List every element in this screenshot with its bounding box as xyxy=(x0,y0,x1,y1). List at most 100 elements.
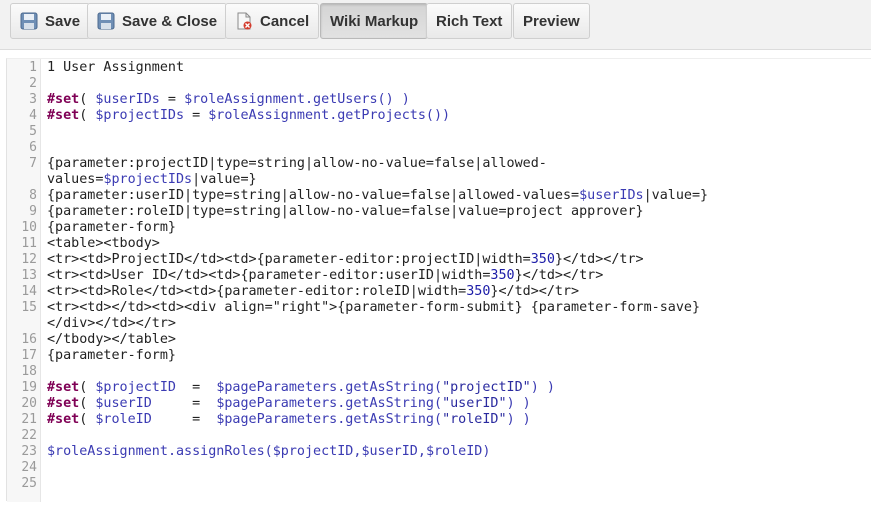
code-token: $roleAssignment xyxy=(184,92,305,107)
line-number: 22 xyxy=(21,428,37,443)
code-line: </div></td></tr> xyxy=(47,316,176,332)
code-token: #set xyxy=(47,380,80,395)
line-number: 15 xyxy=(21,300,37,315)
line-number: 14 xyxy=(21,284,37,299)
line-number: 13 xyxy=(21,268,37,283)
code-token: <tr><td></td><td><div align="right">{par… xyxy=(47,300,701,315)
line-number: 23 xyxy=(21,444,37,459)
code-token: .getAsString( xyxy=(337,380,443,395)
line-number: 18 xyxy=(21,364,37,379)
line-number: 25 xyxy=(21,476,37,491)
code-token: $roleID xyxy=(95,412,152,427)
editor-toolbar: Save Save & Close Cancel Wiki Markup Ric… xyxy=(0,0,871,50)
code-token: $roleAssignment xyxy=(208,108,330,123)
code-token: .getProjects()) xyxy=(329,108,451,123)
code-token: <tr><td>ProjectID</td><td>{parameter-edi… xyxy=(47,252,531,267)
line-number: 5 xyxy=(29,124,37,139)
code-token: $userIDs xyxy=(579,188,644,203)
code-token: 350 xyxy=(530,252,555,267)
line-number: 9 xyxy=(29,204,37,219)
code-token: ) ) xyxy=(530,380,555,395)
tab-preview[interactable]: Preview xyxy=(513,3,590,39)
code-line: {parameter-form} xyxy=(47,220,176,236)
line-number: 16 xyxy=(21,332,37,347)
code-token: {parameter:projectID|type=string|allow-n… xyxy=(47,156,547,171)
line-number: 8 xyxy=(29,188,37,203)
code-token: $userID xyxy=(361,444,418,459)
cancel-label: Cancel xyxy=(260,12,310,30)
code-line: #set( $roleID = $pageParameters.getAsStr… xyxy=(47,412,531,428)
code-token: , xyxy=(417,444,426,459)
code-token: #set xyxy=(47,396,80,411)
tab-rich-text-label: Rich Text xyxy=(436,12,503,30)
code-token: $roleID xyxy=(425,444,483,459)
code-token: $projectID xyxy=(95,380,176,395)
code-token: }</td></tr> xyxy=(490,284,580,299)
line-number: 6 xyxy=(29,140,37,155)
code-token: $projectIDs xyxy=(103,172,193,187)
code-token: <tr><td>Role</td><td>{parameter-editor:r… xyxy=(47,284,467,299)
code-token: {parameter-form} xyxy=(47,348,176,363)
save-button[interactable]: Save xyxy=(10,3,91,39)
code-token: = xyxy=(151,396,217,411)
line-number: 21 xyxy=(21,412,37,427)
code-line: #set( $userID = $pageParameters.getAsStr… xyxy=(47,396,531,412)
code-token: $roleAssignment xyxy=(47,444,168,459)
floppy-disk-icon xyxy=(20,12,38,30)
code-line: {parameter:roleID|type=string|allow-no-v… xyxy=(47,204,644,220)
save-close-label: Save & Close xyxy=(122,12,218,30)
line-number: 12 xyxy=(21,252,37,267)
line-number: 3 xyxy=(29,92,37,107)
line-number: 24 xyxy=(21,460,37,475)
code-token: ( xyxy=(79,108,96,123)
code-token: }</td></tr> xyxy=(554,252,644,267)
code-area[interactable]: 1 User Assignment #set( $userIDs = $roleA… xyxy=(47,59,871,502)
code-line: values=$projectIDs|value=} xyxy=(47,172,257,188)
code-token: $userIDs xyxy=(95,92,160,107)
code-token: $projectIDs xyxy=(95,108,185,123)
code-line: <tr><td>Role</td><td>{parameter-editor:r… xyxy=(47,284,579,300)
code-token: #set xyxy=(47,108,80,123)
code-token: #set xyxy=(47,412,80,427)
line-number: 17 xyxy=(21,348,37,363)
code-token: }</td></tr> xyxy=(514,268,604,283)
code-line: $roleAssignment.assignRoles($projectID,$… xyxy=(47,444,490,460)
code-line: {parameter:userID|type=string|allow-no-v… xyxy=(47,188,708,204)
tab-rich-text[interactable]: Rich Text xyxy=(426,3,513,39)
code-line: {parameter:projectID|type=string|allow-n… xyxy=(47,156,547,172)
code-token: "projectID" xyxy=(442,380,531,395)
code-token: </tbody></table> xyxy=(47,332,176,347)
line-number: 4 xyxy=(29,108,37,123)
tab-wiki-markup-label: Wiki Markup xyxy=(330,12,419,30)
document-delete-icon xyxy=(235,12,253,30)
line-number: 10 xyxy=(21,220,37,235)
code-token: |value=} xyxy=(192,172,257,187)
code-line: <tr><td>ProjectID</td><td>{parameter-edi… xyxy=(47,252,644,268)
code-token: .getUsers() ) xyxy=(305,92,410,107)
code-editor[interactable]: 1 2 3 4 5 6 7 8 9 10 11 12 13 14 15 16 17 18 19 20 21 22 23 24 2… xyxy=(6,58,871,502)
code-token: = xyxy=(151,412,217,427)
line-number-gutter: 1 2 3 4 5 6 7 8 9 10 11 12 13 14 15 16 17 18 19 20 21 22 23 24 2… xyxy=(7,59,41,502)
code-token: .getAsString( xyxy=(337,396,443,411)
code-token: {parameter:userID|type=string|allow-no-v… xyxy=(47,188,580,203)
line-number: 19 xyxy=(21,380,37,395)
code-token: #set xyxy=(47,92,80,107)
floppy-disk-icon xyxy=(97,12,115,30)
code-line: <tr><td></td><td><div align="right">{par… xyxy=(47,300,700,316)
code-token: = xyxy=(184,108,209,123)
tab-wiki-markup[interactable]: Wiki Markup xyxy=(320,3,429,39)
code-line: #set( $userIDs = $roleAssignment.getUser… xyxy=(47,92,410,108)
code-token: $pageParameters xyxy=(216,396,338,411)
line-number: 1 xyxy=(29,60,37,75)
code-token: </div></td></tr> xyxy=(47,316,176,331)
line-number: 7 xyxy=(29,156,37,171)
tab-preview-label: Preview xyxy=(523,12,580,30)
code-line: #set( $projectID = $pageParameters.getAs… xyxy=(47,380,555,396)
code-token: values= xyxy=(47,172,104,187)
cancel-button[interactable]: Cancel xyxy=(225,3,320,39)
code-token: .assignRoles( xyxy=(167,444,273,459)
save-close-button[interactable]: Save & Close xyxy=(87,3,228,39)
code-token: 1 User Assignment xyxy=(47,60,185,75)
code-token: $projectID xyxy=(272,444,354,459)
code-token: <tr><td>User ID</td><td>{parameter-edito… xyxy=(47,268,491,283)
